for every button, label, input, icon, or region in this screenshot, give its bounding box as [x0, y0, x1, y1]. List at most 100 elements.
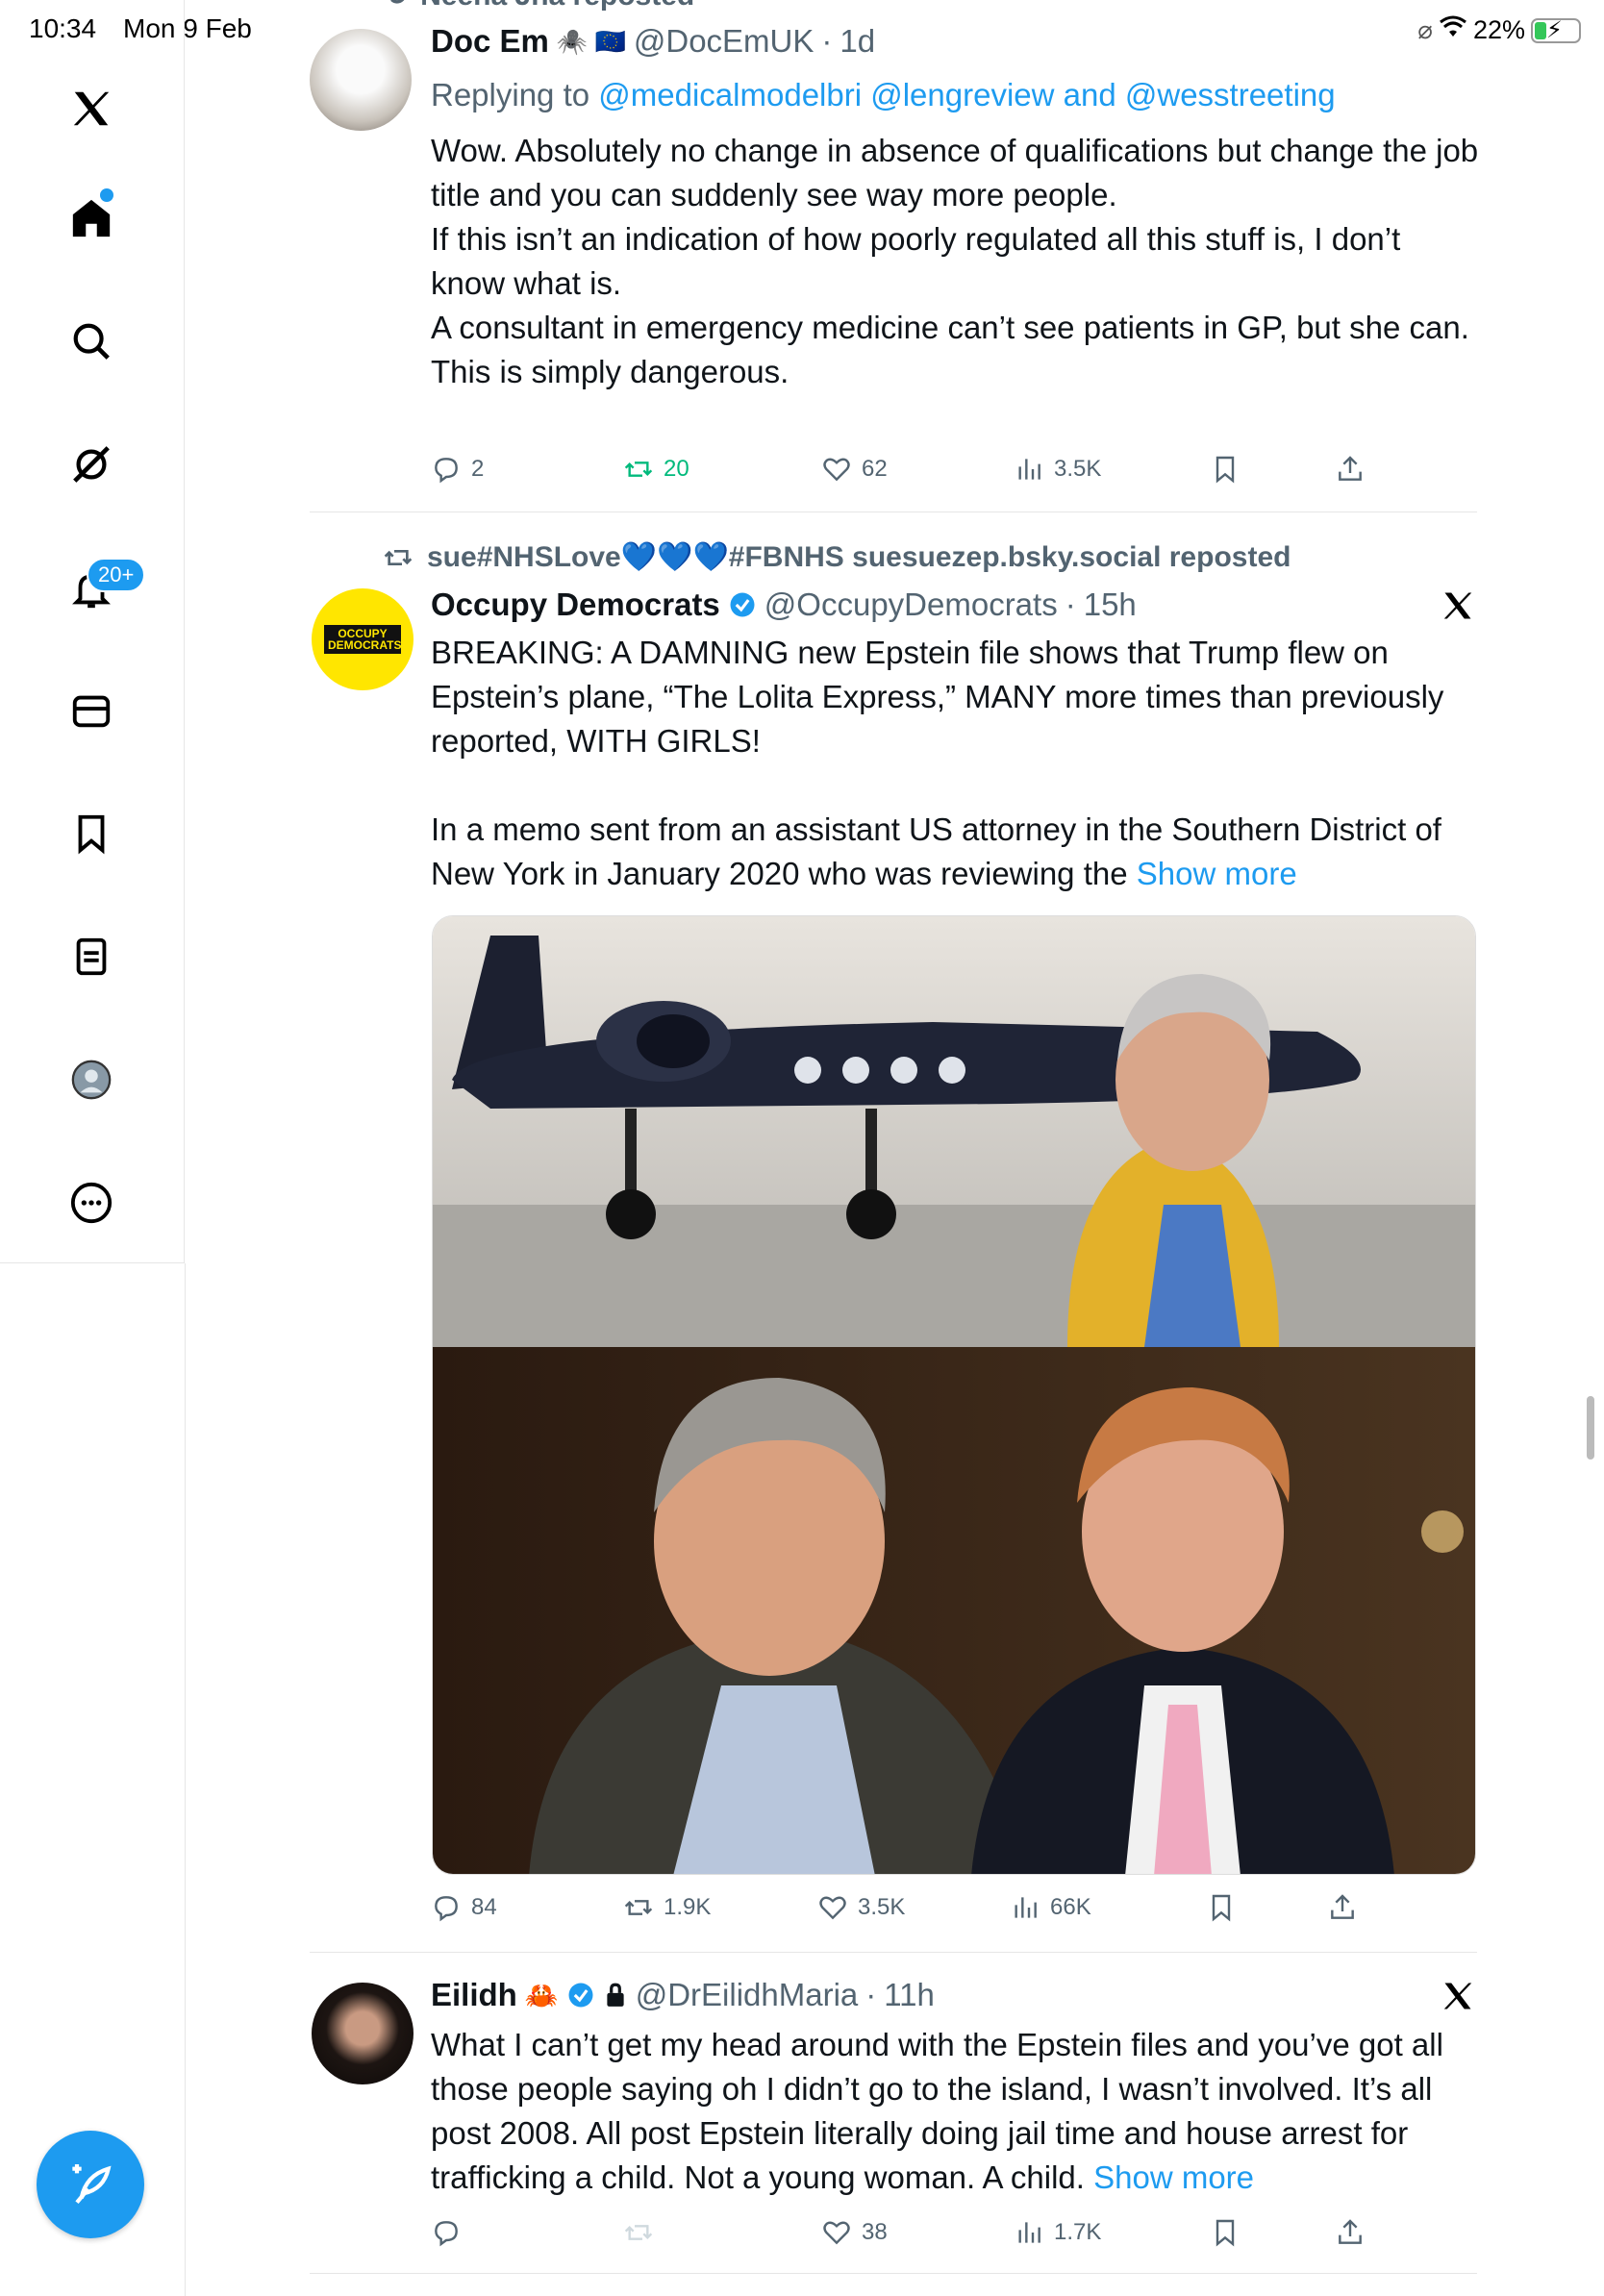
reply-icon [435, 458, 458, 484]
reply-icon [435, 2221, 458, 2247]
heart-icon [823, 458, 850, 482]
grok-icon[interactable] [67, 440, 115, 488]
like-button[interactable]: 38 [821, 2217, 888, 2248]
lock-icon [607, 1983, 624, 2007]
view-count: 3.5K [1054, 456, 1102, 482]
bookmark-button[interactable] [1210, 2217, 1241, 2248]
like-button[interactable]: 3.5K [817, 1892, 905, 1923]
tweet-time[interactable]: 1d [840, 23, 875, 60]
time-separator: · [865, 1977, 877, 2012]
tweet-divider [310, 2273, 1477, 2274]
tweet-paragraph: BREAKING: A DAMNING new Epstein file sho… [431, 635, 1444, 759]
author-handle[interactable]: @DocEmUK [634, 23, 815, 60]
share-icon [1339, 456, 1362, 481]
views-icon [1015, 1897, 1037, 1918]
author-handle[interactable]: @OccupyDemocrats [764, 586, 1058, 623]
tweet-paragraph: In a memo sent from an assistant US atto… [431, 811, 1441, 891]
repost-icon [624, 1900, 653, 1915]
repost-icon [384, 549, 413, 565]
repost-header-partial: ⟲ Neena Jha reposted [383, 0, 694, 12]
repost-header[interactable]: sue#NHSLove💙💙💙#FBNHS suesuezep.bsky.soci… [383, 540, 1291, 574]
share-icon [1339, 2219, 1362, 2244]
tweet-time[interactable]: 11h [884, 1977, 935, 2013]
bookmark-icon [1212, 1894, 1231, 1922]
name-emoji: 🦀 [524, 1980, 559, 2010]
tweet-media-image[interactable] [432, 915, 1476, 1875]
time-separator: · [821, 23, 833, 59]
views-icon [1018, 459, 1040, 480]
lists-icon[interactable] [67, 933, 115, 981]
bookmarks-icon[interactable] [67, 810, 115, 858]
share-button[interactable] [1335, 2217, 1366, 2248]
author-name[interactable]: Eilidh [431, 1977, 517, 2013]
media-photos [433, 916, 1475, 1874]
share-button[interactable] [1327, 1892, 1358, 1923]
x-logo-icon[interactable] [67, 85, 115, 133]
repost-button[interactable]: 20 [623, 454, 689, 485]
profile-avatar-icon[interactable] [67, 1056, 115, 1104]
reply-count: 84 [471, 1894, 497, 1920]
share-button[interactable] [1335, 454, 1366, 485]
views-icon [1018, 2222, 1040, 2243]
tweet-time[interactable]: 15h [1084, 586, 1137, 623]
author-name[interactable]: Doc Em [431, 23, 549, 60]
compose-post-button[interactable] [37, 2131, 144, 2238]
x-logo-icon[interactable] [1441, 1979, 1475, 2013]
bookmark-button[interactable] [1210, 454, 1241, 485]
avatar-docem[interactable] [310, 29, 412, 131]
tweet-text: BREAKING: A DAMNING new Epstein file sho… [431, 631, 1479, 896]
home-unread-dot [100, 188, 113, 202]
repost-icon: ⟲ [383, 0, 407, 12]
feather-plus-icon [72, 2164, 112, 2205]
reply-button[interactable]: 2 [431, 454, 484, 485]
author-handle[interactable]: @DrEilidhMaria [636, 1977, 859, 2013]
tweet-actions: 2 20 62 3.5K [431, 454, 1373, 492]
tweet-actions: 38 1.7K [431, 2217, 1373, 2256]
reply-count: 2 [471, 456, 485, 482]
reply-mentions[interactable]: @medicalmodelbri @lengreview and @wesstr… [598, 77, 1335, 112]
author-name[interactable]: Occupy Democrats [431, 586, 720, 623]
x-logo-icon[interactable] [1441, 588, 1475, 623]
more-options-icon[interactable] [67, 1179, 115, 1227]
show-more-link[interactable]: Show more [1137, 856, 1297, 891]
name-emoji: 🕷️ 🇪🇺 [556, 26, 626, 56]
messages-icon[interactable] [67, 686, 115, 735]
bookmark-button[interactable] [1206, 1892, 1237, 1923]
like-count: 38 [862, 2219, 888, 2245]
views-button[interactable]: 3.5K [1014, 454, 1101, 485]
sidebar-border [185, 1263, 186, 2296]
tweet-line: Wow. Absolutely no change in absence of … [431, 133, 1479, 212]
bookmark-icon [1216, 2219, 1235, 2247]
scrollbar-thumb[interactable] [1587, 1396, 1594, 1460]
view-count: 66K [1050, 1894, 1091, 1920]
tweet-header: Doc Em 🕷️ 🇪🇺 @DocEmUK · 1d [431, 23, 875, 60]
repost-button-disabled [623, 2217, 654, 2248]
wifi-icon [1439, 15, 1467, 45]
repost-count: 20 [664, 456, 689, 482]
tweet-header: Occupy Democrats @OccupyDemocrats · 15h [431, 586, 1137, 623]
tweet-text: What I can’t get my head around with the… [431, 2023, 1479, 2200]
tweet-header: Eilidh 🦀 @DrEilidhMaria · 11h [431, 1977, 935, 2013]
like-button[interactable]: 62 [821, 454, 888, 485]
avatar-occupy-democrats[interactable]: OCCUPY DEMOCRATS [312, 588, 414, 690]
view-count: 1.7K [1054, 2219, 1102, 2245]
heart-icon [819, 1896, 846, 1920]
tweet-text: Wow. Absolutely no change in absence of … [431, 129, 1479, 394]
reply-button[interactable] [431, 2217, 462, 2248]
avatar-eilidh[interactable] [312, 1983, 414, 2084]
show-more-link[interactable]: Show more [1093, 2159, 1254, 2195]
verified-badge-icon [730, 592, 755, 617]
reposted-by: sue#NHSLove💙💙💙#FBNHS suesuezep.bsky.soci… [427, 541, 1291, 573]
repost-button[interactable]: 1.9K [623, 1892, 711, 1923]
bookmark-icon [1216, 456, 1235, 484]
replying-to: Replying to @medicalmodelbri @lengreview… [431, 77, 1336, 112]
views-button[interactable]: 1.7K [1014, 2217, 1101, 2248]
reply-button[interactable]: 84 [431, 1892, 497, 1923]
repost-icon [624, 2225, 653, 2240]
tweet-line: A consultant in emergency medicine can’t… [431, 310, 1469, 345]
tweet-actions: 84 1.9K 3.5K 66K [431, 1892, 1373, 1931]
verified-badge-icon [568, 1983, 593, 2008]
search-icon[interactable] [67, 317, 115, 365]
views-button[interactable]: 66K [1010, 1892, 1091, 1923]
time-separator: · [1065, 586, 1076, 622]
